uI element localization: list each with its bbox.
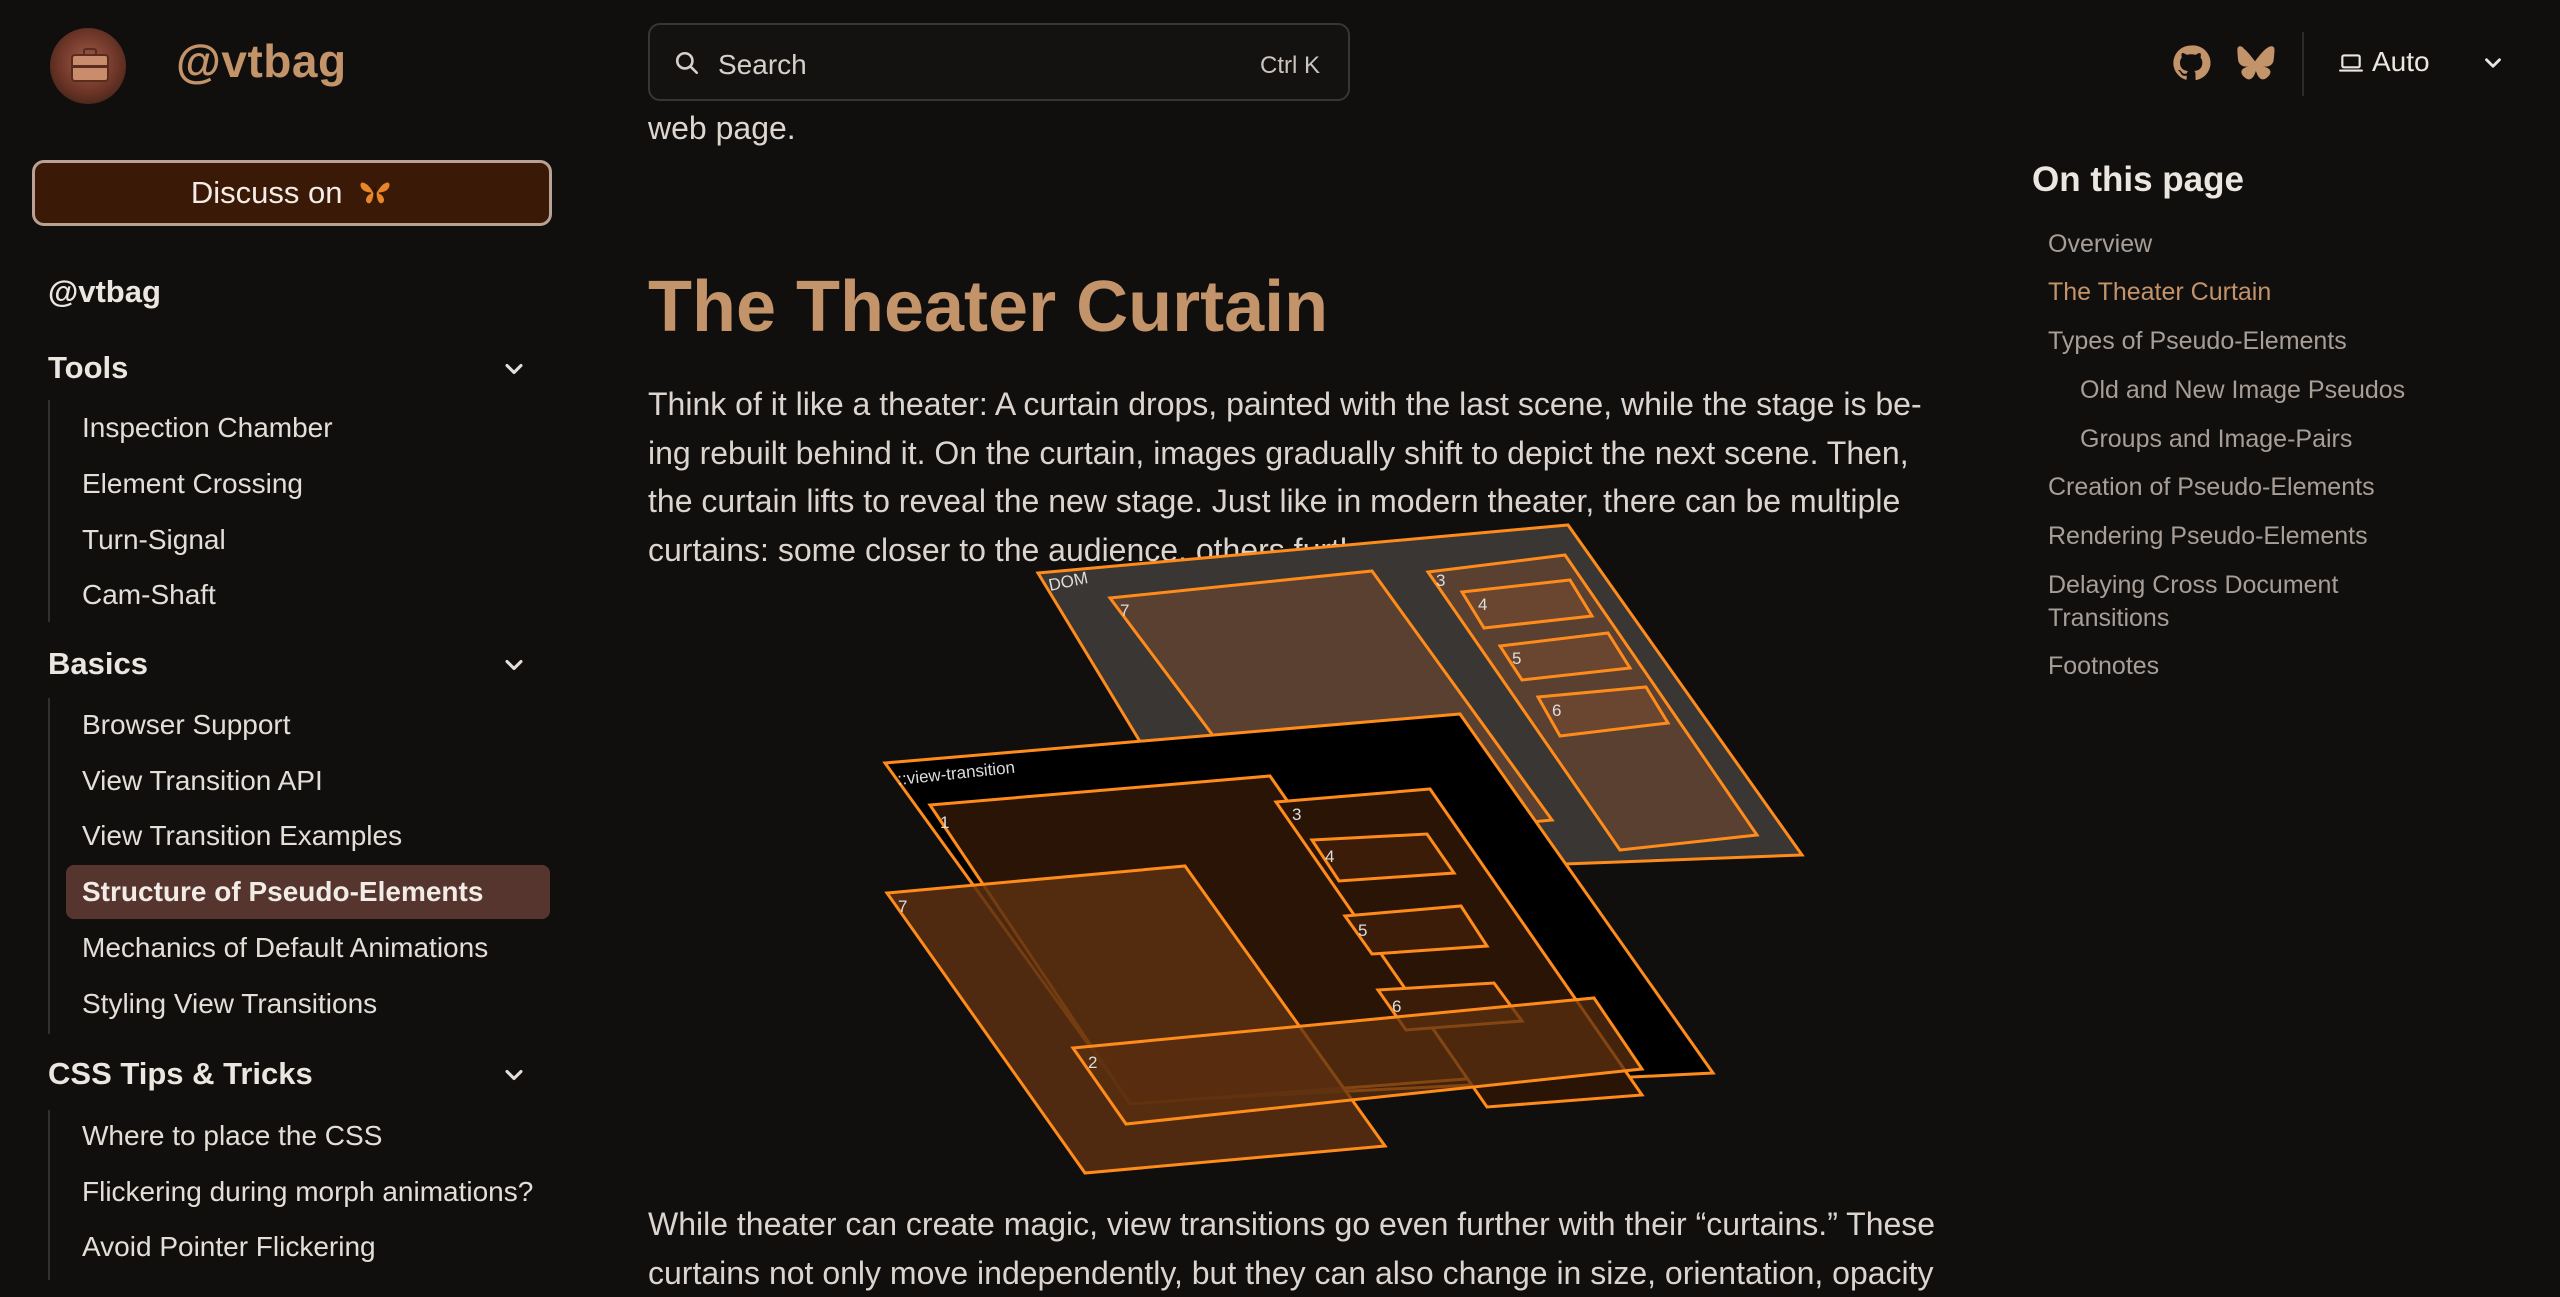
sidebar-group-line [48,1110,50,1280]
toc-title: On this page [2032,160,2244,199]
header-divider [2302,32,2304,96]
dom-number: 7 [1120,601,1129,620]
sidebar-item-structure-of-pseudo-elements[interactable]: Structure of Pseudo-Elements [66,865,550,919]
butterfly-icon [359,181,391,205]
toc-item-types-of-pseudo-elements[interactable]: Types of Pseudo-Elements [2048,325,2468,358]
paragraph-fragment: web page. [648,110,796,146]
site-header: @vtbag Search Ctrl K Auto [0,0,2560,128]
sidebar-item-turn-signal[interactable]: Turn-Signal [66,513,550,567]
sidebar-item-browser-support[interactable]: Browser Support [66,698,550,752]
toc-item-groups-and-image-pairs[interactable]: Groups and Image-Pairs [2080,423,2500,456]
discuss-label: Discuss on [190,175,343,210]
body-paragraph: While theater can create magic, view tra… [648,1206,1936,1291]
search-shortcut: Ctrl K [1260,52,1320,79]
dom-number: 3 [1436,571,1445,590]
curtain-layers-diagram: DOM 7 3 4 5 6 ::view-transition 1 3 4 5 … [882,523,1805,1175]
toc-item-theater-curtain[interactable]: The Theater Curtain [2048,276,2468,309]
sidebar-item-element-crossing[interactable]: Element Crossing [66,457,550,511]
vt-number: 1 [940,813,949,832]
dom-number: 6 [1552,701,1561,720]
dom-number: 5 [1512,649,1521,668]
sidebar-item-inspection-chamber[interactable]: Inspection Chamber [66,401,550,455]
search-placeholder: Search [718,49,807,80]
toc-item-rendering-pseudo-elements[interactable]: Rendering Pseudo-Elements [2048,520,2468,553]
sidebar-item-styling-view-transitions[interactable]: Styling View Transitions [66,977,550,1031]
sidebar-group-line [48,698,50,1034]
theme-select-value: Auto [2372,46,2430,77]
sidebar-root-link[interactable]: @vtbag [48,274,161,310]
sidebar-item-where-to-place-css[interactable]: Where to place the CSS [66,1109,550,1163]
search-box[interactable]: Search Ctrl K [648,23,1350,101]
bluesky-icon[interactable] [2235,43,2275,83]
sidebar-item-flickering-morph[interactable]: Flickering during morph animations? [66,1165,550,1219]
sidebar-group-css-tips[interactable]: CSS Tips & Tricks [48,1056,313,1092]
sidebar-group-basics[interactable]: Basics [48,646,148,682]
discuss-button[interactable]: Discuss on [32,160,552,226]
toc-item-footnotes[interactable]: Footnotes [2048,650,2468,683]
dom-number: 4 [1478,595,1487,614]
section-heading: The Theater Curtain [648,267,1329,347]
toc-item-old-and-new-image-pseudos[interactable]: Old and New Image Pseudos [2080,374,2500,407]
vt-number: 2 [1088,1053,1097,1072]
vt-number: 5 [1358,921,1367,940]
chevron-down-icon [2485,58,2501,68]
github-icon[interactable] [2171,43,2211,83]
sidebar-item-avoid-pointer-flickering[interactable]: Avoid Pointer Flickering [66,1220,550,1274]
sidebar-item-view-transition-api[interactable]: View Transition API [66,754,550,808]
sidebar-item-cam-shaft[interactable]: Cam-Shaft [66,568,550,622]
site-title[interactable]: @vtbag [176,34,347,88]
chevron-down-icon[interactable] [500,355,528,383]
chevron-down-icon[interactable] [500,1061,528,1089]
vt-number: 6 [1392,997,1401,1016]
toc-item-delaying-cross-document-transitions[interactable]: Delaying Cross Document Transitions [2048,569,2388,635]
vt-number: 4 [1325,847,1334,866]
sidebar-group-tools[interactable]: Tools [48,350,128,386]
toc-item-creation-of-pseudo-elements[interactable]: Creation of Pseudo-Elements [2048,471,2468,504]
sidebar-group-line [48,400,50,622]
vt-number: 7 [898,897,907,916]
sidebar-item-mechanics-of-default-animations[interactable]: Mechanics of Default Animations [66,921,550,975]
sidebar-item-view-transition-examples[interactable]: View Transition Examples [66,809,550,863]
logo-icon[interactable] [50,28,126,104]
vt-number: 3 [1292,805,1301,824]
toc-item-overview[interactable]: Overview [2048,228,2468,261]
search-icon [675,51,699,75]
chevron-down-icon[interactable] [500,651,528,679]
sidebar: Discuss on @vtbag Tools Inspection Chamb… [0,128,580,1280]
laptop-icon [2339,54,2363,72]
